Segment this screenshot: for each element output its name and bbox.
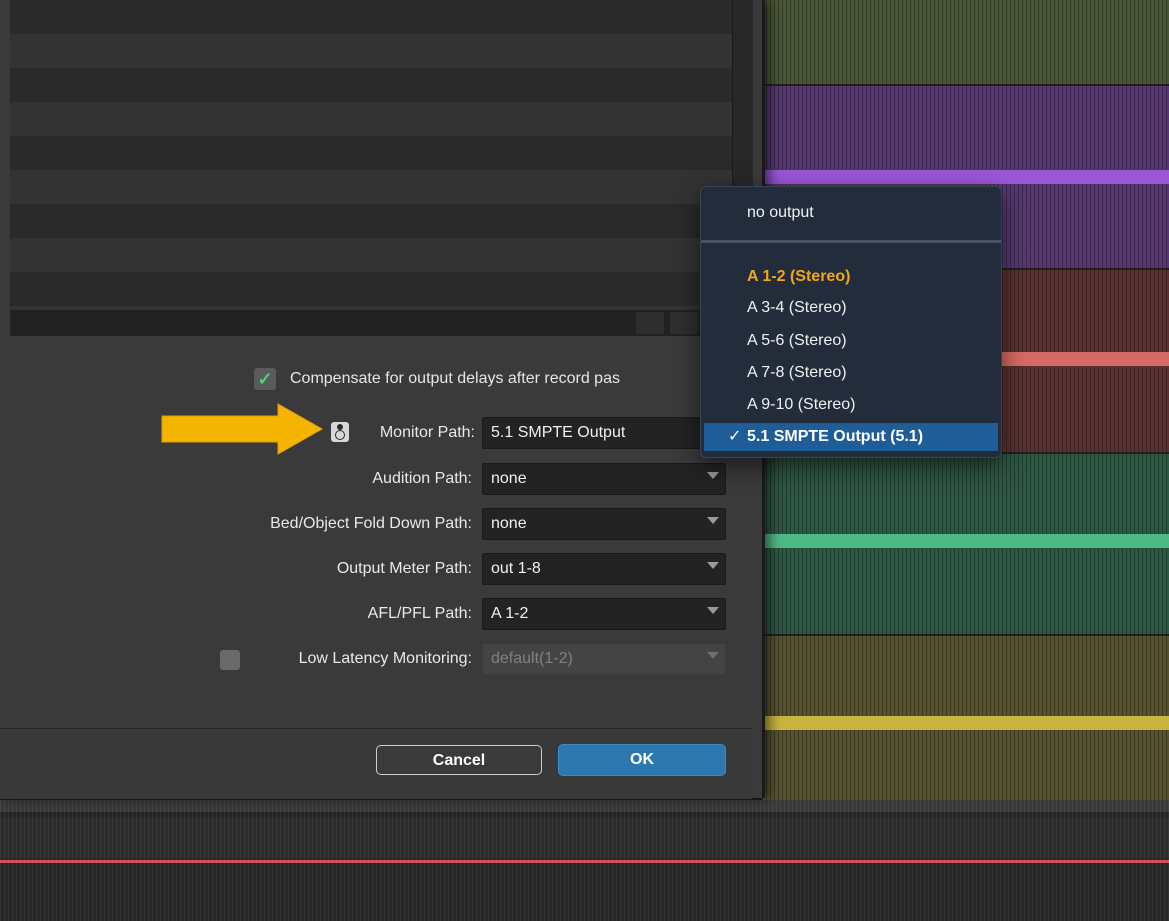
- afl-pfl-path-label: AFL/PFL Path:: [367, 605, 472, 622]
- monitor-path-select[interactable]: 5.1 SMPTE Output: [482, 417, 726, 449]
- menu-separator: [701, 240, 1001, 243]
- monitor-path-value: 5.1 SMPTE Output: [491, 424, 626, 441]
- audition-path-label: Audition Path:: [372, 470, 472, 487]
- timeline-strip: [0, 800, 1169, 921]
- low-latency-checkbox[interactable]: [220, 650, 240, 670]
- io-list[interactable]: [10, 0, 732, 310]
- horizontal-scrollbar[interactable]: [10, 310, 732, 336]
- low-latency-select: default(1-2): [482, 643, 726, 675]
- menu-item-a-9-10[interactable]: A 9-10 (Stereo): [701, 391, 1001, 419]
- compensate-label: Compensate for output delays after recor…: [290, 370, 620, 387]
- cancel-button[interactable]: Cancel: [376, 745, 542, 775]
- audition-path-select[interactable]: none: [482, 463, 726, 495]
- track-lane-teal: [762, 454, 1169, 634]
- chevron-down-icon: [707, 652, 719, 659]
- audition-path-value: none: [491, 470, 527, 487]
- output-options-panel: ✓ Compensate for output delays after rec…: [0, 336, 752, 726]
- menu-item-a-5-6[interactable]: A 5-6 (Stereo): [701, 327, 1001, 355]
- fold-down-path-value: none: [491, 515, 527, 532]
- output-meter-path-label: Output Meter Path:: [336, 560, 472, 577]
- menu-item-a-7-8[interactable]: A 7-8 (Stereo): [701, 359, 1001, 387]
- fold-down-path-label: Bed/Object Fold Down Path:: [270, 515, 472, 532]
- chevron-down-icon: [707, 517, 719, 524]
- track-lane-olive: [762, 636, 1169, 800]
- fold-down-path-select[interactable]: none: [482, 508, 726, 540]
- low-latency-label: Low Latency Monitoring:: [298, 650, 472, 667]
- menu-item-label: 5.1 SMPTE Output (5.1): [747, 428, 924, 445]
- speaker-icon[interactable]: [331, 422, 349, 442]
- compensate-checkbox[interactable]: ✓: [254, 368, 276, 390]
- arrow-right-icon: [161, 403, 324, 455]
- checkmark-icon: ✓: [728, 428, 742, 445]
- monitor-path-label: Monitor Path:: [379, 424, 475, 441]
- menu-item-5-1-smpte-output[interactable]: ✓ 5.1 SMPTE Output (5.1): [704, 423, 998, 451]
- menu-item-no-output[interactable]: no output: [701, 199, 1001, 227]
- dialog-footer: Cancel OK: [0, 728, 752, 799]
- afl-pfl-path-select[interactable]: A 1-2: [482, 598, 726, 630]
- output-meter-path-select[interactable]: out 1-8: [482, 553, 726, 585]
- ok-button[interactable]: OK: [558, 744, 726, 776]
- low-latency-value: default(1-2): [491, 650, 573, 667]
- afl-pfl-path-value: A 1-2: [491, 605, 529, 622]
- menu-item-a-1-2[interactable]: A 1-2 (Stereo): [701, 263, 1001, 291]
- output-meter-path-value: out 1-8: [491, 560, 541, 577]
- chevron-down-icon: [707, 562, 719, 569]
- chevron-down-icon: [707, 472, 719, 479]
- output-dropdown-menu: no output A 1-2 (Stereo) A 3-4 (Stereo) …: [700, 186, 1002, 458]
- chevron-down-icon: [707, 607, 719, 614]
- menu-item-a-3-4[interactable]: A 3-4 (Stereo): [701, 294, 1001, 322]
- io-settings-dialog: ✓ Compensate for output delays after rec…: [0, 0, 765, 799]
- compensate-row: ✓ Compensate for output delays after rec…: [254, 368, 620, 390]
- track-lane-green: [762, 0, 1169, 84]
